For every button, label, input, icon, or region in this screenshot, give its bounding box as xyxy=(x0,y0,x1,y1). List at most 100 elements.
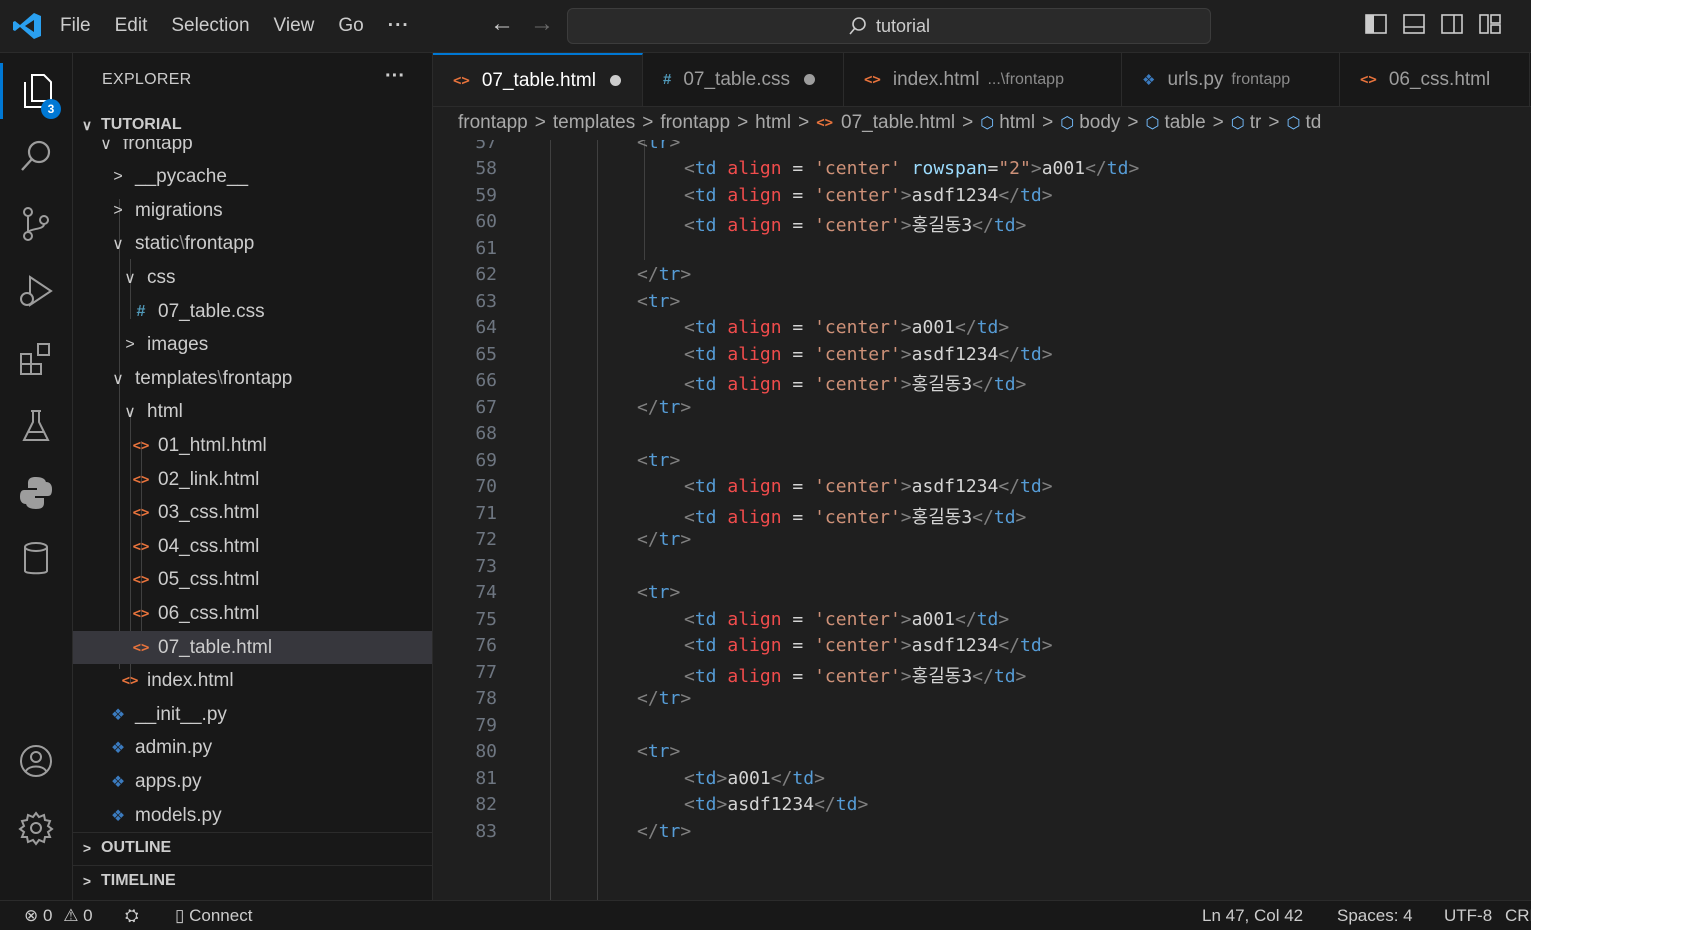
breadcrumb-item[interactable]: frontapp xyxy=(458,112,528,134)
indent-guide xyxy=(644,140,645,260)
breadcrumb-item[interactable]: html xyxy=(755,112,791,134)
menu-more-button[interactable]: ··· xyxy=(388,15,410,37)
database-activity[interactable] xyxy=(0,531,72,587)
tree-item[interactable]: ❖ apps.py xyxy=(73,765,432,798)
eol-setting[interactable]: CRLF xyxy=(1505,906,1531,926)
tree-item[interactable]: ∨ templates \ frontapp xyxy=(73,362,432,395)
unsaved-dot-icon[interactable] xyxy=(804,74,816,85)
menu-edit[interactable]: Edit xyxy=(115,15,148,37)
python-file-icon: ❖ xyxy=(110,740,126,758)
code-line: </tr> xyxy=(637,396,692,418)
indentation-setting[interactable]: Spaces: 4 xyxy=(1337,906,1413,926)
menu-file[interactable]: File xyxy=(60,15,91,37)
tree-item[interactable]: <> index.html xyxy=(73,665,432,698)
tree-item-label: templates xyxy=(135,367,218,389)
tree-item[interactable]: ❖ models.py xyxy=(73,799,432,832)
line-number: 73 xyxy=(475,555,497,577)
section-outline[interactable]: > OUTLINE xyxy=(73,832,432,863)
tab-urls-py[interactable]: ❖ urls.py frontapp xyxy=(1122,53,1340,106)
customize-layout-icon[interactable] xyxy=(1478,13,1502,35)
tab-06-css-html[interactable]: <> 06_css.html xyxy=(1340,53,1530,106)
extensions-activity[interactable] xyxy=(0,331,72,387)
source-control-activity[interactable] xyxy=(0,196,72,252)
tab-07-table-html[interactable]: <> 07_table.html xyxy=(433,53,643,106)
tab-07-table-css[interactable]: # 07_table.css xyxy=(643,53,844,106)
tree-item[interactable]: > __pycache__ xyxy=(73,161,432,194)
tree-item[interactable]: <> 06_css.html xyxy=(73,597,432,630)
command-center-search[interactable]: tutorial xyxy=(567,8,1211,44)
extensions-icon xyxy=(20,343,50,375)
symbol-element-icon: ⬡ xyxy=(1145,115,1160,132)
breadcrumb-item[interactable]: tr xyxy=(1250,112,1262,134)
warning-icon: ⚠ xyxy=(63,906,79,925)
html-file-icon: <> xyxy=(121,673,139,690)
testing-activity[interactable] xyxy=(0,398,72,454)
menu-view[interactable]: View xyxy=(274,15,315,37)
breadcrumb-item[interactable]: frontapp xyxy=(660,112,730,134)
back-arrow-icon[interactable]: ← xyxy=(490,10,514,38)
vscode-logo-icon xyxy=(13,13,41,39)
section-timeline[interactable]: > TIMELINE xyxy=(73,865,432,896)
html-file-icon: <> xyxy=(132,605,150,622)
code-line: <td align = 'center'>asdf1234</td> xyxy=(684,343,1053,365)
line-number: 67 xyxy=(475,396,497,418)
problems-indicator[interactable]: ⊗ 0 ⚠ 0 xyxy=(24,906,93,926)
tree-item[interactable]: <> 02_link.html xyxy=(73,463,432,496)
tree-item[interactable]: #07_table.css xyxy=(73,295,432,328)
connect-button[interactable]: ▯ Connect xyxy=(175,906,252,926)
chevron-down-icon: ∨ xyxy=(124,404,136,422)
line-number: 81 xyxy=(475,767,497,789)
line-number: 60 xyxy=(475,211,497,232)
tree-item-label: __pycache__ xyxy=(135,166,249,188)
toggle-panel-icon[interactable] xyxy=(1402,13,1426,35)
tree-item[interactable]: > images xyxy=(73,329,432,362)
indent-guide xyxy=(597,140,598,900)
tree-item[interactable]: ∨ html xyxy=(73,396,432,429)
tab-label: urls.py xyxy=(1167,68,1224,90)
breadcrumb-item[interactable]: templates xyxy=(553,112,635,134)
debug-status-icon[interactable]: ⛭ xyxy=(125,906,139,926)
forward-arrow-icon[interactable]: → xyxy=(530,10,554,38)
tree-item[interactable]: <> 05_css.html xyxy=(73,564,432,597)
search-activity[interactable] xyxy=(0,128,72,184)
html-file-icon: <> xyxy=(453,72,470,89)
tree-item[interactable]: ❖ admin.py xyxy=(73,732,432,765)
breadcrumb-item[interactable]: table xyxy=(1164,112,1205,134)
explorer-more-button[interactable]: ··· xyxy=(385,65,405,88)
cursor-position[interactable]: Ln 47, Col 42 xyxy=(1202,906,1303,926)
python-file-icon: ❖ xyxy=(1142,71,1156,89)
explorer-activity[interactable]: 3 xyxy=(0,63,72,119)
unsaved-dot-icon[interactable] xyxy=(609,75,621,86)
menu-go[interactable]: Go xyxy=(338,15,363,37)
tree-item[interactable]: > migrations xyxy=(73,194,432,227)
python-activity[interactable] xyxy=(0,465,72,521)
toggle-primary-sidebar-icon[interactable] xyxy=(1364,13,1388,35)
tree-item[interactable]: <> 03_css.html xyxy=(73,497,432,530)
section-tutorial[interactable]: ∨ TUTORIAL xyxy=(73,110,432,140)
tree-item[interactable]: ❖ __init__.py xyxy=(73,698,432,731)
encoding-setting[interactable]: UTF-8 xyxy=(1444,906,1492,926)
tab-index-html[interactable]: <> index.html ...\frontapp xyxy=(844,53,1122,106)
breadcrumb-item[interactable]: html xyxy=(999,112,1035,134)
breadcrumb-item[interactable]: td xyxy=(1305,112,1321,134)
tree-item[interactable]: <> 01_html.html xyxy=(73,429,432,462)
tree-item[interactable]: <> 04_css.html xyxy=(73,530,432,563)
html-file-icon: <> xyxy=(132,538,150,555)
manage-activity[interactable] xyxy=(0,800,72,856)
tree-item[interactable]: ∨ static \ frontapp xyxy=(73,228,432,261)
code-line: <tr> xyxy=(637,290,681,312)
toggle-secondary-sidebar-icon[interactable] xyxy=(1440,13,1464,35)
code-editor[interactable]: 57 <tr> 58 <td align = 'center' rowspan="… xyxy=(433,140,1531,900)
breadcrumb-item[interactable]: 07_table.html xyxy=(841,112,955,134)
menu-selection[interactable]: Selection xyxy=(171,15,249,37)
menu-bar: File Edit Selection View Go ··· xyxy=(60,0,434,52)
tree-item[interactable]: <> 07_table.html xyxy=(73,631,432,664)
tree-item[interactable]: ∨ css xyxy=(73,261,432,294)
code-line: <td align = 'center'>홍길동3</td> xyxy=(684,215,1027,236)
breadcrumb-item[interactable]: body xyxy=(1079,112,1120,134)
code-line: </tr> xyxy=(637,820,692,842)
tree-item-suffix: frontapp xyxy=(184,233,255,255)
run-debug-activity[interactable] xyxy=(0,263,72,319)
accounts-activity[interactable] xyxy=(0,733,72,789)
tree-item[interactable]: ∨ frontapp xyxy=(73,139,432,160)
